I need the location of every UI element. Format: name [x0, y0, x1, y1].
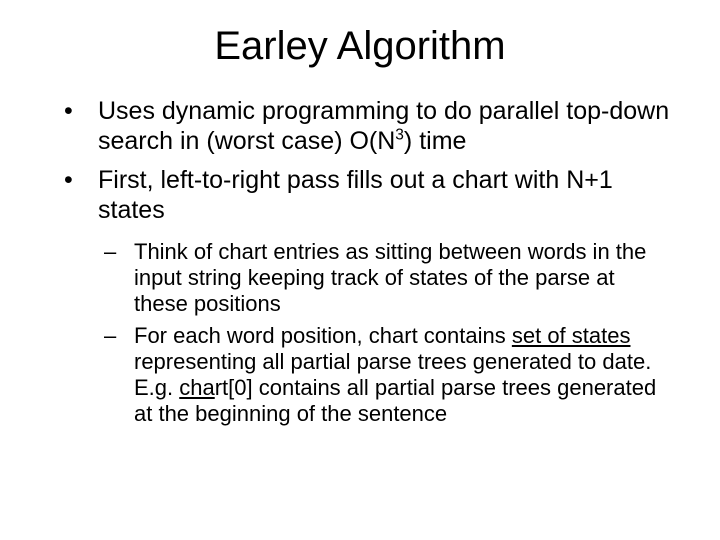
bullet-2-text: First, left-to-right pass fills out a ch… [98, 166, 613, 224]
slide-title: Earley Algorithm [48, 24, 672, 69]
sub-2-u2: cha [179, 375, 214, 400]
sub-1-text: Think of chart entries as sitting betwee… [134, 239, 646, 316]
bullet-1-sup: 3 [395, 126, 404, 143]
bullet-1-pre: Uses dynamic programming to do parallel … [98, 97, 669, 155]
sub-2: For each word position, chart contains s… [98, 323, 672, 427]
bullet-2: First, left-to-right pass fills out a ch… [58, 166, 672, 427]
sub-2-a: For each word position, chart contains [134, 323, 512, 348]
sub-list: Think of chart entries as sitting betwee… [98, 239, 672, 427]
bullet-list: Uses dynamic programming to do parallel … [58, 97, 672, 427]
sub-2-u1: set of states [512, 323, 631, 348]
bullet-1-post: ) time [404, 127, 467, 155]
slide: Earley Algorithm Uses dynamic programmin… [0, 0, 720, 540]
bullet-1: Uses dynamic programming to do parallel … [58, 97, 672, 156]
sub-1: Think of chart entries as sitting betwee… [98, 239, 672, 317]
